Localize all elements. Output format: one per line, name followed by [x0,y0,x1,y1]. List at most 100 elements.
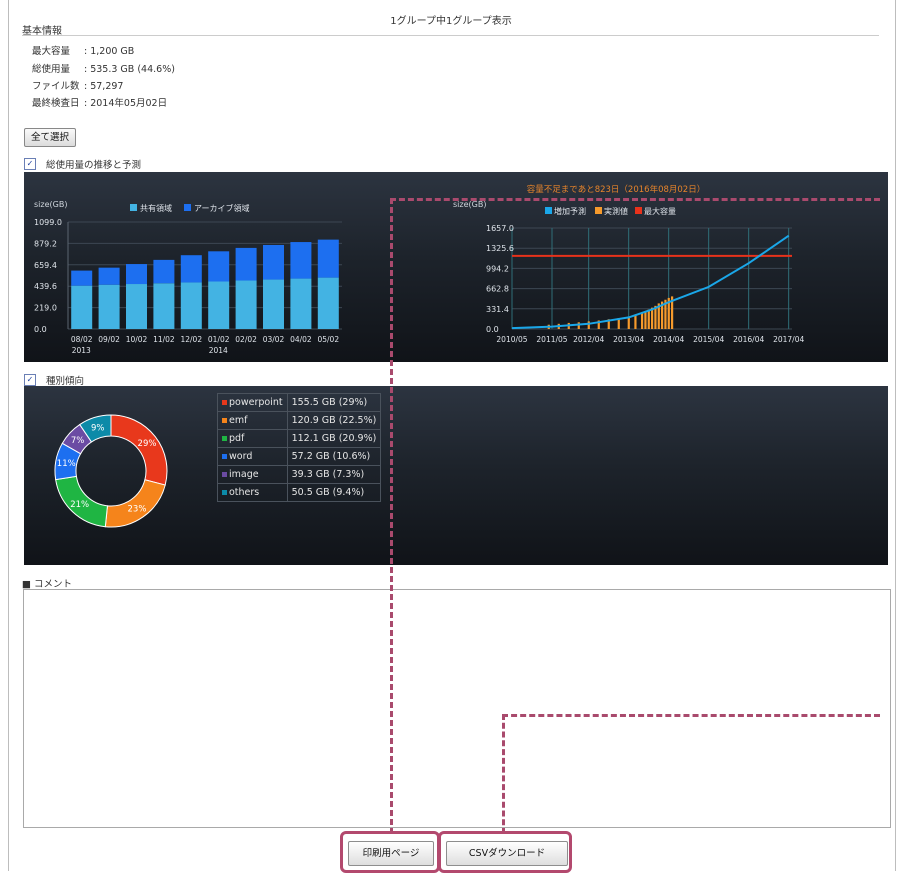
bar-chart-ylabel: size(GB) [34,200,67,209]
x-tick-label: 11/02 [153,335,175,344]
y-tick-label: 331.4 [486,305,509,314]
x-tick-label: 08/02 [71,335,93,344]
comment-label: ■ コメント [22,579,72,590]
bar-shared [208,281,230,329]
bar-shared [126,284,147,329]
usage-trend-checkbox[interactable]: ✓ [24,158,36,170]
info-value: : 535.3 GB (44.6%) [84,64,175,75]
legend-swatch-forecast [545,207,552,214]
bar-shared [71,285,93,329]
bar-archive [126,264,147,285]
y-tick-label: 659.4 [34,261,57,270]
annotation-line-top [390,198,880,201]
legend-swatch-archive [184,204,191,211]
y-tick-label: 1657.0 [486,224,514,233]
measured-bar [644,311,647,329]
x-tick-label: 2013/04 [613,335,644,344]
legend-label-measured: 実測値 [604,206,628,216]
year-label: 2013 [72,346,91,355]
type-chart-panel: 29% 23% 21% 11% 7% 9% powerpoint 155.5 GB (29%… [24,386,888,565]
legend-swatch [222,454,227,459]
legend-swatch-shared [130,204,137,211]
usage-bar-chart: size(GB) 共有領域 アーカイブ領域 1099.0 879.2 659.4 43… [34,200,342,355]
legend-value: 155.5 GB (29%) [286,393,382,412]
x-tick-label: 2010/05 [496,335,527,344]
y-tick-label: 1325.6 [486,244,514,253]
bar-archive [290,242,312,279]
legend-type: image [217,465,288,484]
legend-row: powerpoint 155.5 GB (29%) [217,393,382,412]
type-trend-label: 種別傾向 [46,376,85,387]
measured-bar [641,313,644,329]
csv-button-highlight [438,831,572,873]
bar-archive [317,239,339,278]
y-tick-label: 1099.0 [34,218,62,227]
type-trend-checkbox-row[interactable]: ✓ 種別傾向 [24,373,84,387]
select-all-button[interactable]: 全て選択 [24,128,76,147]
bar-shared [98,284,120,329]
y-tick-label: 879.2 [34,239,57,248]
x-tick-label: 2015/04 [693,335,724,344]
bar-shared [180,282,202,329]
type-trend-checkbox[interactable]: ✓ [24,374,36,386]
slice-label: 29% [138,439,157,449]
group-display-text: 1グループ中1グループ表示 [390,16,512,27]
x-tick-label: 2017/04 [773,335,804,344]
measured-bar [634,314,637,329]
annotation-line-left [390,198,393,834]
x-tick-label: 12/02 [180,335,202,344]
measured-bar [651,307,654,329]
legend-row: image 39.3 GB (7.3%) [217,465,382,484]
comment-textarea[interactable] [23,589,891,828]
y-tick-label: 662.8 [486,285,509,294]
bar-archive [235,247,257,281]
legend-type: powerpoint [217,393,288,412]
type-donut-chart: 29% 23% 21% 11% 7% 9% [54,414,168,528]
year-label: 2014 [209,346,228,355]
usage-trend-checkbox-row[interactable]: ✓ 総使用量の推移と予測 [24,157,141,171]
legend-swatch-measured [595,207,602,214]
annotation-line-csv-h [502,714,880,717]
forecast-line [511,234,790,330]
x-tick-label: 2012/04 [573,335,604,344]
slice-label: 23% [128,504,147,514]
info-label: 最大容量 [32,46,71,57]
info-value: : 57,297 [84,81,124,92]
x-tick-label: 2016/04 [733,335,764,344]
slice-label: 9% [91,423,105,433]
usage-trend-label: 総使用量の推移と予測 [46,160,142,171]
bar-shared [235,280,257,329]
measured-bar [647,309,650,329]
forecast-ylabel: size(GB) [453,200,486,209]
legend-value: 50.5 GB (9.4%) [286,483,382,502]
info-row-total-usage: 総使用量 : 535.3 GB (44.6%) [32,61,175,75]
info-label: 総使用量 [32,64,71,75]
info-row-max-capacity: 最大容量 : 1,200 GB [32,43,134,57]
slice-label: 11% [57,459,76,469]
bar-shared [153,283,175,329]
x-tick-label: 2011/05 [536,335,567,344]
legend-value: 120.9 GB (22.5%) [286,411,382,430]
legend-label-shared: 共有領域 [140,203,172,213]
legend-value: 39.3 GB (7.3%) [286,465,382,484]
x-tick-label: 01/02 [208,335,230,344]
legend-swatch [222,472,227,477]
info-value: : 1,200 GB [84,46,135,57]
measured-bar [577,322,580,329]
forecast-title: 容量不足まであと823日（2016年08月02日） [527,184,705,195]
info-row-last-scan: 最終検査日: 2014年05月02日 [32,95,167,109]
legend-label-forecast: 増加予測 [554,206,586,216]
legend-type: pdf [217,429,288,448]
legend-row: emf 120.9 GB (22.5%) [217,411,382,430]
measured-bar [587,321,590,329]
bar-archive [71,270,93,286]
legend-row: word 57.2 GB (10.6%) [217,447,382,466]
y-tick-label: 994.2 [486,264,509,273]
legend-row: pdf 112.1 GB (20.9%) [217,429,382,448]
type-legend-table: powerpoint 155.5 GB (29%) emf 120.9 GB (22.… [217,393,382,502]
x-tick-label: 02/02 [235,335,257,344]
info-label: ファイル数 [32,81,80,92]
legend-swatch-max [635,207,642,214]
legend-swatch [222,490,227,495]
legend-type: emf [217,411,288,430]
